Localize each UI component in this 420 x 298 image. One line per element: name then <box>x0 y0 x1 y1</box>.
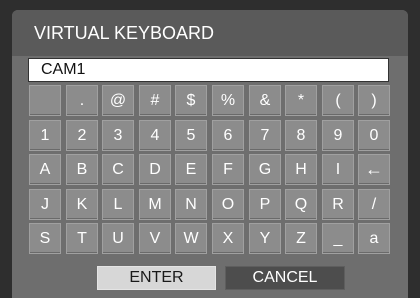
enter-button[interactable]: ENTER <box>97 266 216 290</box>
key-l[interactable]: L <box>102 189 134 220</box>
key-i[interactable]: I <box>322 154 354 185</box>
key-z[interactable]: Z <box>285 223 317 254</box>
key-&[interactable]: & <box>249 85 281 116</box>
key-o[interactable]: O <box>212 189 244 220</box>
key-@[interactable]: @ <box>102 85 134 116</box>
key-d[interactable]: D <box>139 154 171 185</box>
key-1[interactable]: 1 <box>29 120 61 151</box>
key-#[interactable]: # <box>139 85 171 116</box>
key-a[interactable]: a <box>358 223 390 254</box>
key-6[interactable]: 6 <box>212 120 244 151</box>
key-n[interactable]: N <box>175 189 207 220</box>
key-a[interactable]: A <box>29 154 61 185</box>
virtual-keyboard-dialog: VIRTUAL KEYBOARD CAM1 . @ # $% & *() 1 2 3 4 5 6 7 8 9… <box>12 10 408 298</box>
key-2[interactable]: 2 <box>66 120 98 151</box>
space-key[interactable] <box>29 85 61 116</box>
key-9[interactable]: 9 <box>322 120 354 151</box>
key-p[interactable]: P <box>249 189 281 220</box>
key-([interactable]: ( <box>322 85 354 116</box>
key-m[interactable]: M <box>139 189 171 220</box>
key-h[interactable]: H <box>285 154 317 185</box>
key-r[interactable]: R <box>322 189 354 220</box>
key-t[interactable]: T <box>66 223 98 254</box>
dialog-title: VIRTUAL KEYBOARD <box>12 10 408 56</box>
key-e[interactable]: E <box>175 154 207 185</box>
key-0[interactable]: 0 <box>358 120 390 151</box>
key-_[interactable]: _ <box>322 223 354 254</box>
key-y[interactable]: Y <box>249 223 281 254</box>
key-q[interactable]: Q <box>285 189 317 220</box>
key-3[interactable]: 3 <box>102 120 134 151</box>
key-v[interactable]: V <box>139 223 171 254</box>
key-5[interactable]: 5 <box>175 120 207 151</box>
text-input-field[interactable]: CAM1 <box>28 58 389 82</box>
key-f[interactable]: F <box>212 154 244 185</box>
key-j[interactable]: J <box>29 189 61 220</box>
key-u[interactable]: U <box>102 223 134 254</box>
key-k[interactable]: K <box>66 189 98 220</box>
backspace-key[interactable]: ← <box>358 154 390 185</box>
key-g[interactable]: G <box>249 154 281 185</box>
key-%[interactable]: % <box>212 85 244 116</box>
key-*[interactable]: * <box>285 85 317 116</box>
key-/[interactable]: / <box>358 189 390 220</box>
key-8[interactable]: 8 <box>285 120 317 151</box>
key-x[interactable]: X <box>212 223 244 254</box>
key-s[interactable]: S <box>29 223 61 254</box>
key-4[interactable]: 4 <box>139 120 171 151</box>
key-c[interactable]: C <box>102 154 134 185</box>
key-)[interactable]: ) <box>358 85 390 116</box>
key-7[interactable]: 7 <box>249 120 281 151</box>
key-.[interactable]: . <box>66 85 98 116</box>
key-w[interactable]: W <box>175 223 207 254</box>
cancel-button[interactable]: CANCEL <box>225 266 345 290</box>
key-$[interactable]: $ <box>175 85 207 116</box>
key-b[interactable]: B <box>66 154 98 185</box>
